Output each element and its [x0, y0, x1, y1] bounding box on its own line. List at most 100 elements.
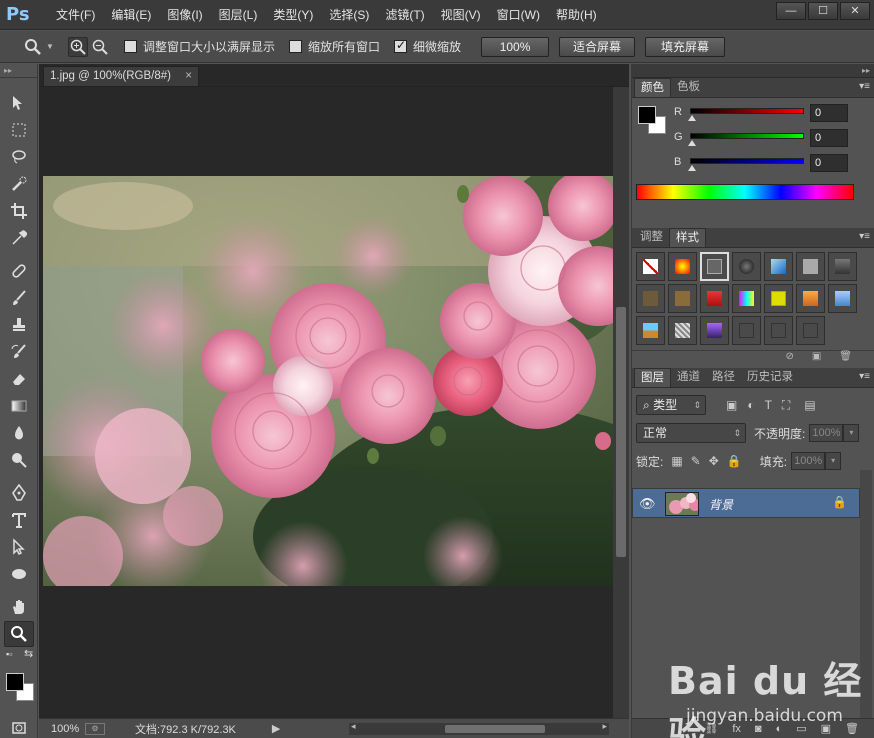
style-swatch[interactable] — [764, 252, 793, 281]
new-group-icon[interactable]: ▭ — [796, 722, 806, 735]
tab-history[interactable]: 历史记录 — [741, 368, 799, 387]
blur-tool[interactable] — [4, 420, 34, 446]
style-swatch[interactable] — [828, 284, 857, 313]
fx-icon[interactable]: fx — [732, 723, 741, 735]
brush-tool[interactable] — [4, 285, 34, 311]
resize-windows-checkbox[interactable]: 调整窗口大小以满屏显示 — [124, 38, 275, 55]
scrubby-zoom-checkbox[interactable]: 细微缩放 — [394, 38, 461, 55]
marquee-tool[interactable] — [4, 117, 34, 143]
status-menu-arrow-icon[interactable]: ▶ — [272, 722, 280, 735]
hand-tool[interactable] — [4, 594, 34, 620]
blue-value-input[interactable]: 0 — [810, 154, 848, 172]
style-swatch[interactable] — [828, 252, 857, 281]
style-swatch[interactable] — [668, 316, 697, 345]
crop-tool[interactable] — [4, 198, 34, 224]
add-mask-icon[interactable]: ◙ — [755, 723, 762, 735]
quick-selection-tool[interactable] — [4, 171, 34, 197]
actual-pixels-button[interactable]: 100% — [481, 36, 550, 57]
menu-filter[interactable]: 滤镜(T) — [377, 0, 432, 30]
horizontal-scrollbar[interactable]: ◂ ▸ — [349, 721, 609, 735]
tab-color[interactable]: 颜色 — [634, 78, 671, 97]
menu-file[interactable]: 文件(F) — [48, 0, 103, 30]
opacity-input[interactable]: 100% — [809, 424, 844, 442]
style-swatch[interactable] — [796, 284, 825, 313]
dodge-tool[interactable] — [4, 447, 34, 473]
pen-tool[interactable] — [4, 480, 34, 506]
tab-styles[interactable]: 样式 — [669, 228, 706, 247]
menu-edit[interactable]: 编辑(E) — [103, 0, 159, 30]
layer-name[interactable]: 背景 — [709, 496, 733, 513]
slider-handle[interactable] — [688, 165, 696, 171]
style-swatch[interactable] — [796, 252, 825, 281]
red-value-input[interactable]: 0 — [810, 104, 848, 122]
lock-icons[interactable]: ▦✎✥🔒 — [671, 454, 749, 468]
style-swatch[interactable] — [796, 316, 825, 345]
style-swatch[interactable] — [636, 284, 665, 313]
zoom-out-button[interactable] — [90, 37, 110, 57]
link-layers-icon[interactable]: ⛓ — [704, 722, 718, 735]
color-spectrum-bar[interactable] — [636, 184, 854, 200]
style-swatch[interactable] — [700, 284, 729, 313]
blue-slider-track[interactable] — [690, 158, 804, 164]
tab-layers[interactable]: 图层 — [634, 368, 671, 387]
default-colors-icon[interactable]: ▪▫ — [6, 649, 12, 659]
style-swatch[interactable] — [668, 284, 697, 313]
menu-image[interactable]: 图像(I) — [159, 0, 210, 30]
style-swatch[interactable] — [764, 316, 793, 345]
fill-input[interactable]: 100% — [791, 452, 826, 470]
new-style-icon[interactable]: ▣ — [812, 351, 821, 366]
ellipse-tool[interactable] — [4, 561, 34, 587]
canvas-image[interactable] — [43, 176, 613, 586]
foreground-color[interactable] — [6, 673, 24, 691]
panel-menu-icon[interactable]: ▾≡ — [859, 231, 870, 242]
style-swatch[interactable] — [700, 316, 729, 345]
zoom-in-button[interactable] — [68, 36, 88, 57]
green-value-input[interactable]: 0 — [810, 129, 848, 147]
adjustment-layer-icon[interactable]: ◐ — [776, 723, 783, 735]
fill-screen-button[interactable]: 填充屏幕 — [645, 36, 726, 57]
style-swatch[interactable] — [668, 252, 697, 281]
path-selection-tool[interactable] — [4, 534, 34, 560]
tab-paths[interactable]: 路径 — [706, 368, 741, 387]
style-swatch[interactable] — [732, 316, 761, 345]
foreground-color[interactable] — [638, 106, 656, 124]
tool-preset-picker[interactable]: ▼ — [24, 36, 60, 58]
move-tool[interactable] — [4, 90, 34, 116]
tab-adjustments[interactable]: 调整 — [634, 228, 669, 247]
zoom-all-windows-checkbox[interactable]: 缩放所有窗口 — [289, 38, 380, 55]
history-brush-tool[interactable] — [4, 339, 34, 365]
checkbox-box-checked[interactable] — [394, 38, 408, 53]
green-slider[interactable]: G 0 — [674, 129, 870, 151]
clear-style-icon[interactable]: ⊘ — [785, 351, 793, 366]
quick-mask-button[interactable] — [4, 715, 34, 738]
panel-menu-icon[interactable]: ▾≡ — [859, 81, 870, 92]
swap-colors-icon[interactable]: ⇆ — [24, 647, 33, 660]
vertical-scrollbar[interactable] — [613, 87, 629, 718]
new-layer-icon[interactable]: ▣ — [821, 722, 831, 735]
menu-window[interactable]: 窗口(W) — [489, 0, 548, 30]
layers-scrollbar[interactable] — [860, 470, 872, 738]
gradient-tool[interactable] — [4, 393, 34, 419]
panel-collapse-grip[interactable]: ▸▸ — [632, 64, 874, 78]
layer-row-background[interactable]: 👁 背景 🔒 — [632, 488, 860, 518]
type-tool[interactable] — [4, 507, 34, 533]
style-none[interactable] — [636, 252, 665, 281]
filter-icons[interactable]: ▣◐T⛶ — [726, 398, 800, 413]
clone-stamp-tool[interactable] — [4, 312, 34, 338]
scroll-right-icon[interactable]: ▸ — [602, 721, 607, 732]
panel-grip[interactable]: ▸▸ — [0, 64, 37, 78]
minimize-button[interactable]: — — [776, 2, 806, 20]
style-swatch[interactable] — [636, 316, 665, 345]
fit-screen-button[interactable]: 适合屏幕 — [559, 36, 636, 57]
menu-help[interactable]: 帮助(H) — [548, 0, 605, 30]
menu-view[interactable]: 视图(V) — [433, 0, 489, 30]
close-button[interactable]: ✕ — [840, 2, 870, 20]
panel-menu-icon[interactable]: ▾≡ — [859, 371, 870, 382]
checkbox-box[interactable] — [289, 40, 303, 53]
style-swatch[interactable] — [732, 252, 761, 281]
maximize-button[interactable]: ☐ — [808, 2, 838, 20]
delete-style-icon[interactable]: 🗑 — [839, 351, 852, 366]
filter-smart-object-icon[interactable]: ▤ — [804, 398, 815, 412]
zoom-tool[interactable] — [4, 621, 34, 647]
visibility-eye-icon[interactable]: 👁 — [639, 496, 656, 512]
